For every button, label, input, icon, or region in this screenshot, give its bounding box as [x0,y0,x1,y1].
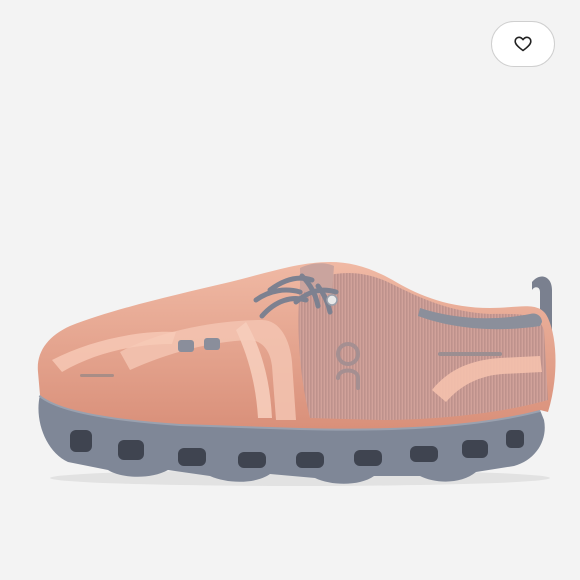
product-gallery [0,0,580,580]
shoe-image [37,262,556,486]
favorite-button[interactable] [491,21,555,67]
heart-icon [514,36,532,52]
